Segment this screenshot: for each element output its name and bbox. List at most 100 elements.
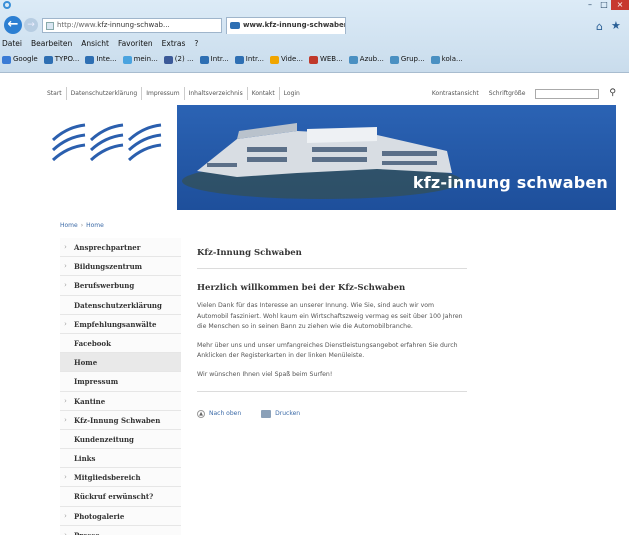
chevron-right-icon: › <box>64 262 67 271</box>
sidebar-item[interactable]: Facebook <box>60 333 181 354</box>
tab-close-icon[interactable]: × <box>336 18 342 33</box>
address-bar[interactable]: http://www.kfz-innung-schwab... <box>42 18 222 33</box>
top-nav-links: Start Datenschutzerklärung Impressum Inhalt… <box>47 87 304 100</box>
favorite-label: Inte... <box>96 55 117 63</box>
sidebar-item-label: Mitgliedsbereich <box>74 473 141 483</box>
welcome-heading: Herzlich willkommen bei der Kfz-Schwaben <box>197 283 406 293</box>
menu-item[interactable]: ? <box>194 38 198 50</box>
intro-paragraph: Vielen Dank für das Interesse an unserer… <box>197 302 463 331</box>
top-nav-link[interactable]: Inhaltsverzeichnis <box>185 87 248 100</box>
favorite-icon <box>389 55 399 64</box>
logo-waves-icon <box>51 123 162 162</box>
chevron-right-icon: › <box>64 319 67 328</box>
font-size-link[interactable]: Schriftgröße <box>489 87 526 100</box>
favorite-label: mein... <box>133 55 158 63</box>
favorite-item[interactable]: Google <box>2 52 38 67</box>
top-nav-link[interactable]: Datenschutzerklärung <box>67 87 143 100</box>
top-nav-link[interactable]: Login <box>280 87 304 100</box>
top-nav-link[interactable]: Start <box>47 87 67 100</box>
menu-item[interactable]: Ansicht <box>81 38 109 50</box>
sidebar-item-label: Kfz-Innung Schwaben <box>74 415 161 425</box>
favorite-icon <box>2 55 11 64</box>
favorite-icon <box>122 55 132 64</box>
sidebar-item[interactable]: Rückruf erwünscht? <box>60 487 181 507</box>
favorite-item[interactable]: Intr... <box>199 52 229 67</box>
sidebar-item[interactable]: › Kfz-Innung Schwaben <box>60 410 181 430</box>
maximize-icon[interactable]: □ <box>597 0 611 10</box>
sidebar-item[interactable]: Datenschutzerklärung <box>60 295 181 315</box>
sidebar-item-label: Kundenzeitung <box>74 434 134 444</box>
sidebar-item-label: Ansprechpartner <box>74 243 141 252</box>
top-nav-link[interactable]: Impressum <box>142 87 185 100</box>
close-icon[interactable]: × <box>611 0 629 10</box>
sidebar-item[interactable]: › Bildungszentrum <box>60 257 181 277</box>
home-icon[interactable]: ⌂ <box>596 20 603 33</box>
sidebar-item[interactable]: › Kantine <box>60 391 181 411</box>
divider <box>197 390 467 392</box>
sidebar-item-label: Impressum <box>74 377 119 387</box>
menu-item[interactable]: Bearbeiten <box>31 38 72 50</box>
contrast-link[interactable]: Kontrastansicht <box>432 87 479 100</box>
sidebar-item[interactable]: › Presse <box>60 525 181 535</box>
favorite-item[interactable]: Azub... <box>348 52 384 67</box>
breadcrumb-home-link[interactable]: Home <box>60 222 78 229</box>
chevron-right-icon: › <box>64 396 67 405</box>
sidebar-item[interactable]: › Photogalerie <box>60 506 181 526</box>
navigation-row: ← → http://www.kfz-innung-schwab... www.… <box>0 14 629 36</box>
top-navigation: Start Datenschutzerklärung Impressum Inhalt… <box>47 87 616 100</box>
favorite-label: Azub... <box>359 55 384 63</box>
sidebar-item[interactable]: Links <box>60 449 181 469</box>
breadcrumb-current: Home <box>86 222 104 229</box>
sidebar-item-label: Empfehlungsanwälte <box>74 319 157 329</box>
sidebar-item[interactable]: Kundenzeitung <box>60 429 181 450</box>
ie-logo-icon <box>3 1 11 9</box>
favorite-item[interactable]: Intr... <box>234 52 264 67</box>
back-to-top-link[interactable]: ▲ Nach oben <box>197 409 241 418</box>
browser-tab[interactable]: www.kfz-innung-schwaben.de × <box>226 17 346 34</box>
sidebar-item[interactable]: › Mitgliedsbereich <box>60 468 181 488</box>
forward-button[interactable]: → <box>24 18 38 32</box>
sidebar-item-label: Home <box>74 358 98 368</box>
favorite-item[interactable]: Inte... <box>85 52 117 67</box>
menu-item[interactable]: Extras <box>162 38 186 50</box>
tab-title: www.kfz-innung-schwaben.de <box>243 21 345 29</box>
favorite-icon <box>348 55 358 64</box>
favorite-item[interactable]: WEB... <box>308 52 343 67</box>
print-link[interactable]: Drucken <box>261 409 300 418</box>
top-nav-link[interactable]: Kontakt <box>248 87 280 100</box>
favorite-item[interactable]: TYPO... <box>43 52 79 67</box>
favorite-item[interactable]: Vide... <box>269 52 303 67</box>
favorite-item[interactable]: (2) ... <box>163 52 194 67</box>
favorite-label: Intr... <box>245 55 264 63</box>
header-banner: kfz-innung schwaben <box>47 105 616 210</box>
chevron-right-icon: › <box>64 473 67 482</box>
search-icon[interactable]: ⚲ <box>609 87 616 100</box>
sidebar-item[interactable]: › Berufswerbung <box>60 276 181 296</box>
greeting-paragraph: Wir wünschen Ihnen viel Spaß beim Surfen… <box>197 370 333 378</box>
page-actions: ▲ Nach oben Drucken <box>197 409 467 418</box>
favorite-icon <box>234 55 244 64</box>
chevron-right-icon: › <box>64 243 67 251</box>
chevron-right-icon: › <box>64 415 67 424</box>
favorite-label: WEB... <box>319 55 343 63</box>
menu-item[interactable]: Favoriten <box>118 38 153 50</box>
search-input[interactable] <box>535 88 600 99</box>
menu-item[interactable]: Datei <box>2 38 22 50</box>
sidebar-item-label: Datenschutzerklärung <box>74 300 162 310</box>
sidebar-item-label: Facebook <box>74 338 111 348</box>
back-button[interactable]: ← <box>4 16 22 34</box>
sidebar-item[interactable]: Home <box>60 353 181 373</box>
sidebar-item[interactable]: Impressum <box>60 372 181 392</box>
favorite-item[interactable]: mein... <box>122 52 158 67</box>
info-paragraph: Mehr über uns und unser umfangreiches Di… <box>197 341 458 360</box>
logo[interactable] <box>47 105 177 210</box>
favorite-item[interactable]: Grup... <box>389 52 425 67</box>
sidebar-item-label: Rückruf erwünscht? <box>74 492 154 502</box>
sidebar-item[interactable]: › Ansprechpartner <box>60 238 181 258</box>
favorite-icon <box>430 55 440 64</box>
favorite-item[interactable]: kola... <box>430 52 463 67</box>
minimize-icon[interactable]: – <box>583 0 597 10</box>
sidebar-item[interactable]: › Empfehlungsanwälte <box>60 314 181 334</box>
favorite-label: Google <box>13 55 38 63</box>
favorites-star-icon[interactable]: ★ <box>611 19 621 32</box>
